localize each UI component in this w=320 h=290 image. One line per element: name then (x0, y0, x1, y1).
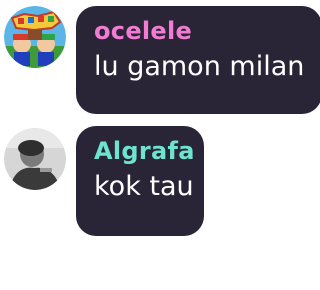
chat-overlay: ocelele lu gamon milan Algrafa kok tau (0, 0, 320, 290)
message-text: lu gamon milan (94, 51, 305, 82)
chat-message: Algrafa kok tau (4, 126, 204, 236)
message-bubble: ocelele lu gamon milan (76, 6, 320, 114)
cartoon-game-avatar-icon (4, 6, 66, 68)
message-text: kok tau (94, 171, 194, 202)
grayscale-person-avatar-icon (4, 128, 66, 190)
chat-message: ocelele lu gamon milan (4, 6, 320, 114)
username: ocelele (94, 17, 193, 45)
username: Algrafa (94, 137, 195, 165)
avatar (4, 128, 66, 190)
avatar (4, 6, 66, 68)
message-bubble: Algrafa kok tau (76, 126, 204, 236)
